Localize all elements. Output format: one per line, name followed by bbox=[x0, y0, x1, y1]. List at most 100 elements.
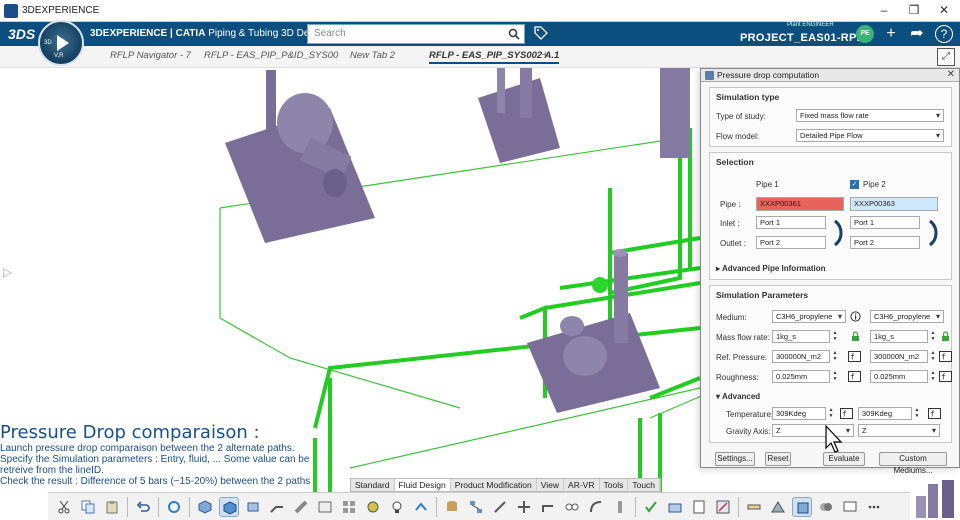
formula-icon[interactable]: f bbox=[848, 351, 861, 362]
section-tab-product-modification[interactable]: Product Modification bbox=[451, 479, 537, 491]
spool-icon[interactable] bbox=[315, 497, 335, 517]
tab-new-tab-2[interactable]: New Tab 2 bbox=[350, 50, 395, 61]
roughness1-spinner[interactable]: ▲ ▼ bbox=[831, 370, 839, 383]
route-icon[interactable] bbox=[267, 497, 287, 517]
pipe2-field[interactable]: XXXP00363 bbox=[850, 197, 938, 211]
tab-rflp-pid[interactable]: RFLP - EAS_PIP_P&ID_SYS00 bbox=[204, 50, 338, 61]
check-icon[interactable] bbox=[641, 497, 661, 517]
gravity2-select[interactable]: Z bbox=[858, 424, 940, 437]
mass-flow1-field[interactable]: 1kg_s bbox=[772, 330, 830, 343]
advanced-toggle[interactable]: ▾ Advanced bbox=[716, 392, 760, 401]
temperature1-spinner[interactable]: ▲ ▼ bbox=[827, 407, 835, 420]
pipe2-checkbox[interactable]: ✓ bbox=[850, 180, 859, 189]
help-icon[interactable]: ? bbox=[935, 25, 953, 43]
temperature1-field[interactable]: 309Kdeg bbox=[772, 407, 826, 420]
light-icon[interactable] bbox=[387, 497, 407, 517]
add-icon[interactable]: + bbox=[881, 24, 901, 44]
add-tab-icon[interactable]: + bbox=[542, 49, 548, 61]
ref-pressure1-field[interactable]: 300000N_m2 bbox=[772, 350, 830, 363]
info-icon[interactable] bbox=[850, 311, 861, 322]
close-icon[interactable]: ✕ bbox=[947, 69, 955, 80]
valve-icon[interactable] bbox=[363, 497, 383, 517]
roughness2-field[interactable]: 0.025mm bbox=[870, 370, 928, 383]
section-tab-fluid-design[interactable]: Fluid Design bbox=[394, 479, 451, 491]
mass-flow1-spinner[interactable]: ▲ ▼ bbox=[831, 330, 839, 343]
formula-icon[interactable]: f bbox=[939, 351, 952, 362]
paste-icon[interactable] bbox=[102, 497, 122, 517]
piping-part-icon[interactable] bbox=[243, 497, 263, 517]
flow-model-select[interactable]: Detailed Pipe Flow bbox=[796, 129, 944, 142]
update-icon[interactable] bbox=[164, 497, 184, 517]
ref-pressure1-spinner[interactable]: ▲ ▼ bbox=[831, 350, 839, 363]
outlet2-field[interactable]: Port 2 bbox=[850, 236, 920, 249]
view-mode-icon[interactable] bbox=[792, 496, 812, 517]
link-icon[interactable] bbox=[490, 497, 510, 517]
temperature2-spinner[interactable]: ▲ ▼ bbox=[913, 407, 921, 420]
swap-ports1-icon[interactable] bbox=[831, 219, 843, 247]
inlet1-field[interactable]: Port 1 bbox=[756, 216, 826, 229]
formula-icon[interactable]: f bbox=[928, 408, 941, 419]
expand-icon[interactable]: ⤢ bbox=[937, 48, 955, 66]
lock-icon[interactable] bbox=[940, 331, 951, 342]
section-tab-tools[interactable]: Tools bbox=[600, 479, 629, 491]
left-panel-toggle-icon[interactable]: ▷ bbox=[3, 265, 12, 279]
undo-icon[interactable] bbox=[133, 497, 153, 517]
section-tab-touch[interactable]: Touch bbox=[628, 479, 661, 491]
database-icon[interactable] bbox=[442, 497, 462, 517]
pipe-icon[interactable] bbox=[291, 497, 311, 517]
flow-icon[interactable] bbox=[411, 497, 431, 517]
mass-flow2-spinner[interactable]: ▲ ▼ bbox=[929, 330, 937, 343]
roughness1-field[interactable]: 0.025mm bbox=[772, 370, 830, 383]
restore-icon[interactable]: ❐ bbox=[906, 3, 922, 17]
part-icon[interactable] bbox=[219, 496, 239, 517]
dialog-header[interactable]: Pressure drop computation ✕ bbox=[701, 69, 959, 82]
section-tab-standard[interactable]: Standard bbox=[351, 479, 395, 491]
minimize-icon[interactable]: – bbox=[876, 3, 892, 17]
tab-rflp-navigator[interactable]: RFLP Navigator - 7 bbox=[110, 50, 191, 61]
advanced-pipe-toggle[interactable]: ▸ Advanced Pipe Information bbox=[716, 264, 826, 273]
search-input[interactable]: Search bbox=[307, 24, 525, 44]
medium1-select[interactable]: C3H6_propylene bbox=[772, 310, 846, 323]
compass-widget[interactable]: 3D V,R bbox=[38, 20, 84, 66]
tab-rflp-sys002[interactable]: RFLP - EAS_PIP_SYS002 A.1 bbox=[429, 50, 560, 64]
junction-icon[interactable] bbox=[514, 497, 534, 517]
custom-mediums-button[interactable]: Custom Mediums... bbox=[879, 452, 947, 475]
connect-icon[interactable] bbox=[562, 497, 582, 517]
bend-icon[interactable] bbox=[586, 497, 606, 517]
search-icon[interactable] bbox=[508, 28, 520, 40]
reset-button[interactable]: Reset bbox=[765, 452, 791, 466]
more-icon[interactable] bbox=[864, 497, 884, 517]
pipe1-field[interactable]: XXXP00361 bbox=[756, 197, 844, 211]
report-icon[interactable] bbox=[689, 497, 709, 517]
lock-icon[interactable] bbox=[850, 331, 861, 342]
project-selector[interactable]: PROJECT_EAS01-RPE ▾ bbox=[740, 31, 874, 44]
cut-icon[interactable] bbox=[54, 497, 74, 517]
inlet2-field[interactable]: Port 1 bbox=[850, 216, 920, 229]
network-icon[interactable] bbox=[466, 497, 486, 517]
branch-icon[interactable] bbox=[538, 497, 558, 517]
settings-button[interactable]: Settings... bbox=[715, 452, 755, 466]
formula-icon[interactable]: f bbox=[848, 371, 861, 382]
measure-icon[interactable] bbox=[744, 497, 764, 517]
mass-flow2-field[interactable]: 1kg_s bbox=[870, 330, 928, 343]
formula-icon[interactable]: f bbox=[939, 371, 952, 382]
ref-pressure2-spinner[interactable]: ▲ ▼ bbox=[929, 350, 937, 363]
medium2-select[interactable]: C3H6_propylene bbox=[870, 310, 944, 323]
roughness2-spinner[interactable]: ▲ ▼ bbox=[929, 370, 937, 383]
flange-icon[interactable] bbox=[610, 497, 630, 517]
share-icon[interactable]: ➦ bbox=[907, 24, 927, 44]
close-window-icon[interactable]: ✕ bbox=[936, 3, 952, 17]
tag-icon[interactable] bbox=[534, 26, 548, 40]
pressure-drop-icon[interactable] bbox=[713, 497, 733, 517]
copy-icon[interactable] bbox=[78, 497, 98, 517]
swap-ports2-icon[interactable] bbox=[926, 219, 938, 247]
outlet1-field[interactable]: Port 2 bbox=[756, 236, 826, 249]
annotation-icon[interactable] bbox=[840, 497, 860, 517]
type-of-study-select[interactable]: Fixed mass flow rate bbox=[796, 109, 944, 122]
section-icon[interactable] bbox=[768, 497, 788, 517]
component-icon[interactable] bbox=[195, 497, 215, 517]
clash-icon[interactable] bbox=[816, 497, 836, 517]
ref-pressure2-field[interactable]: 300000N_m2 bbox=[870, 350, 928, 363]
grid-icon[interactable] bbox=[339, 497, 359, 517]
section-tab-view[interactable]: View bbox=[537, 479, 565, 491]
